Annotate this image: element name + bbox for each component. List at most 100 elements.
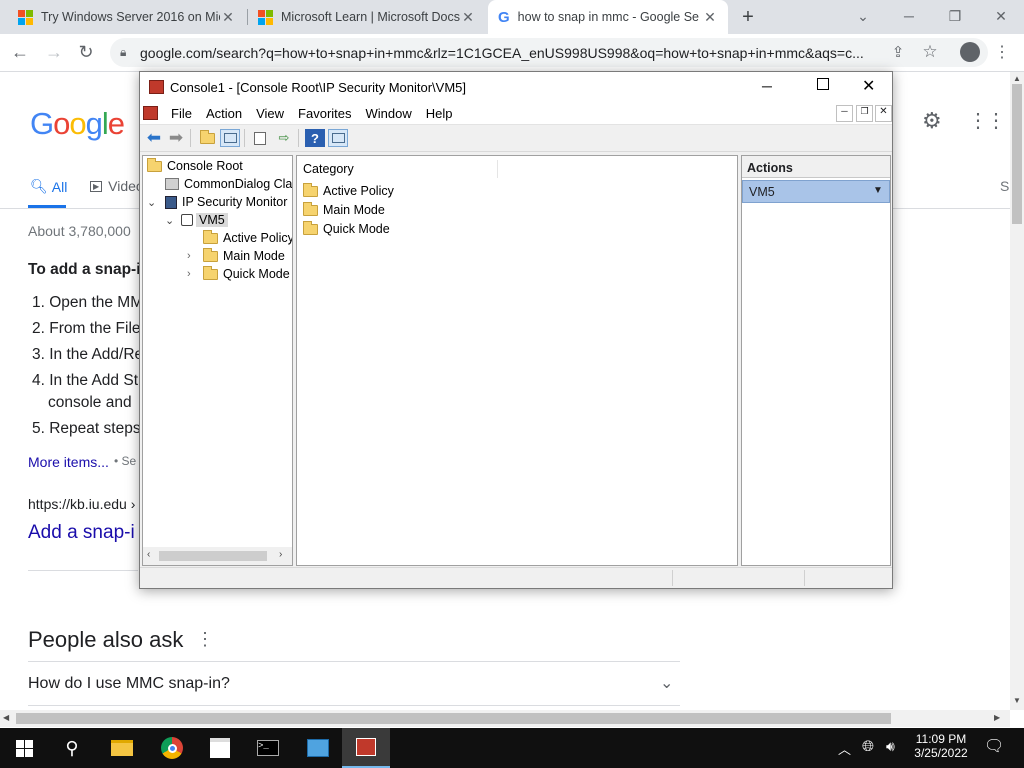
- close-window-icon[interactable]: ✕: [978, 0, 1024, 32]
- list-item-active-policy[interactable]: Active Policy: [303, 182, 394, 200]
- network-globe-icon[interactable]: 🌐︎: [862, 738, 874, 755]
- restore-icon[interactable]: ❐: [932, 0, 978, 32]
- tree-node-label: IP Security Monitor: [182, 195, 288, 209]
- browser-tab-google-search[interactable]: G how to snap in mmc - Google Se ✕: [488, 0, 728, 34]
- more-options-icon[interactable]: ⋮: [196, 629, 214, 650]
- menu-window[interactable]: Window: [359, 106, 419, 121]
- tools-link-fragment[interactable]: S: [1000, 178, 1009, 194]
- command-prompt-icon[interactable]: >_: [244, 728, 292, 768]
- forward-arrow-icon[interactable]: ➡: [166, 128, 186, 147]
- properties-icon[interactable]: [250, 129, 270, 147]
- browser-tab-microsoft-learn[interactable]: Microsoft Learn | Microsoft Docs ✕: [248, 0, 486, 34]
- chevron-down-icon[interactable]: ⌄: [165, 214, 179, 227]
- source-url[interactable]: https://kb.iu.edu ›: [28, 496, 135, 512]
- menu-help[interactable]: Help: [419, 106, 460, 121]
- clock-time: 11:09 PM: [915, 732, 967, 746]
- tab-search-icon[interactable]: ⌄: [840, 0, 886, 32]
- horizontal-scrollbar[interactable]: ◀ ▶: [0, 710, 1010, 727]
- tree-node-quick-mode[interactable]: › Quick Mode: [187, 265, 290, 283]
- chevron-down-icon[interactable]: ⌄: [660, 673, 673, 693]
- list-item-main-mode[interactable]: Main Mode: [303, 201, 385, 219]
- featured-snippet-heading: To add a snap-in: [28, 261, 150, 278]
- lock-icon: 🔒︎: [120, 45, 127, 59]
- start-windows-icon[interactable]: [0, 728, 48, 768]
- scroll-down-arrow-icon[interactable]: ▼: [1013, 696, 1021, 705]
- forward-icon[interactable]: →: [40, 38, 68, 66]
- menu-favorites[interactable]: Favorites: [291, 106, 358, 121]
- chevron-right-icon[interactable]: ›: [187, 250, 203, 262]
- tree-node-vm5[interactable]: ⌄ VM5: [165, 211, 228, 229]
- show-hide-console-tree-icon[interactable]: [220, 129, 240, 147]
- list-item-label: Active Policy: [323, 184, 394, 198]
- chevron-down-icon[interactable]: ⌄: [147, 196, 161, 209]
- search-icon[interactable]: ⚲: [48, 728, 96, 768]
- scrollbar-thumb[interactable]: [159, 551, 267, 561]
- new-tab-button[interactable]: +: [736, 5, 760, 29]
- volume-icon[interactable]: 🔊︎: [886, 738, 895, 755]
- column-divider[interactable]: [497, 160, 498, 178]
- tree-node-commondialog[interactable]: CommonDialog Cla: [165, 175, 292, 193]
- close-tab-icon[interactable]: ✕: [702, 9, 718, 26]
- close-tab-icon[interactable]: ✕: [220, 9, 236, 26]
- scrollbar-thumb[interactable]: [16, 713, 891, 724]
- tree-horizontal-scrollbar[interactable]: ‹ ›: [143, 547, 292, 565]
- google-logo[interactable]: Google: [30, 106, 125, 142]
- mmc-taskbar-icon[interactable]: [342, 728, 390, 768]
- settings-gear-icon[interactable]: ⚙: [922, 108, 942, 134]
- list-item-quick-mode[interactable]: Quick Mode: [303, 220, 390, 238]
- tree-node-ip-security-monitor[interactable]: ⌄ IP Security Monitor: [147, 193, 287, 211]
- column-header-category[interactable]: Category: [303, 162, 354, 176]
- result-title-link[interactable]: Add a snap-i: [28, 522, 135, 544]
- back-arrow-icon[interactable]: ⬅: [144, 128, 164, 147]
- browser-tab-windows-server[interactable]: Try Windows Server 2016 on Mic ✕: [8, 0, 246, 34]
- file-explorer-icon[interactable]: [98, 728, 146, 768]
- vertical-scrollbar[interactable]: ▲ ▼: [1010, 72, 1024, 710]
- scroll-left-arrow-icon[interactable]: ◀: [3, 713, 9, 722]
- share-icon[interactable]: ⇪: [884, 38, 912, 66]
- profile-avatar[interactable]: [956, 38, 984, 66]
- chrome-menu-icon[interactable]: ⋮: [988, 38, 1016, 66]
- address-bar[interactable]: 🔒︎ google.com/search?q=how+to+snap+in+mm…: [110, 38, 988, 67]
- back-icon[interactable]: ←: [6, 38, 34, 66]
- child-close-icon[interactable]: ✕: [875, 105, 892, 122]
- bookmark-star-icon[interactable]: ☆: [916, 38, 944, 66]
- calendar-app-icon[interactable]: [196, 728, 244, 768]
- child-minimize-icon[interactable]: ─: [836, 105, 853, 122]
- tree-node-main-mode[interactable]: › Main Mode: [187, 247, 285, 265]
- more-items-link[interactable]: More items...: [28, 454, 109, 470]
- menu-action[interactable]: Action: [199, 106, 249, 121]
- minimize-icon[interactable]: ─: [886, 0, 932, 32]
- close-window-icon[interactable]: ✕: [862, 76, 875, 96]
- reload-icon[interactable]: ↻: [72, 38, 100, 66]
- search-tab-all[interactable]: 🔍︎ All: [30, 178, 67, 195]
- scroll-right-arrow-icon[interactable]: ▶: [994, 713, 1000, 722]
- minimize-icon[interactable]: ─: [762, 78, 772, 94]
- mmc-title-bar[interactable]: Console1 - [Console Root\IP Security Mon…: [140, 72, 892, 102]
- up-one-level-icon[interactable]: [197, 129, 217, 147]
- child-restore-icon[interactable]: ❐: [856, 105, 873, 122]
- dropdown-arrow-icon[interactable]: ▼: [873, 185, 883, 196]
- menu-view[interactable]: View: [249, 106, 291, 121]
- scroll-left-arrow-icon[interactable]: ‹: [147, 549, 150, 560]
- close-tab-icon[interactable]: ✕: [460, 9, 476, 26]
- menu-file[interactable]: File: [164, 106, 199, 121]
- chrome-icon[interactable]: [148, 728, 196, 768]
- scrollbar-thumb[interactable]: [1012, 84, 1022, 224]
- apps-grid-icon[interactable]: ⋮⋮⋮: [968, 108, 1010, 133]
- chevron-up-icon[interactable]: ︿: [838, 739, 851, 758]
- maximize-icon[interactable]: [817, 78, 829, 90]
- help-icon[interactable]: ?: [305, 129, 325, 147]
- show-hide-action-pane-icon[interactable]: [328, 129, 348, 147]
- question-item[interactable]: How do I use MMC snap-in?: [28, 675, 230, 693]
- export-list-icon[interactable]: ⇨: [274, 129, 294, 147]
- notification-center-icon[interactable]: 🗨︎: [984, 736, 1004, 756]
- control-panel-icon[interactable]: [294, 728, 342, 768]
- tree-node-active-policy[interactable]: Active Policy: [203, 229, 292, 247]
- scroll-up-arrow-icon[interactable]: ▲: [1013, 74, 1021, 83]
- chevron-right-icon[interactable]: ›: [187, 268, 203, 280]
- browser-toolbar: ← → ↻ 🔒︎ google.com/search?q=how+to+snap…: [0, 34, 1024, 72]
- actions-group-vm5[interactable]: VM5 ▼: [742, 180, 890, 203]
- tree-node-console-root[interactable]: Console Root: [147, 157, 243, 175]
- scroll-right-arrow-icon[interactable]: ›: [279, 549, 282, 560]
- system-clock[interactable]: 11:09 PM 3/25/2022: [913, 732, 969, 760]
